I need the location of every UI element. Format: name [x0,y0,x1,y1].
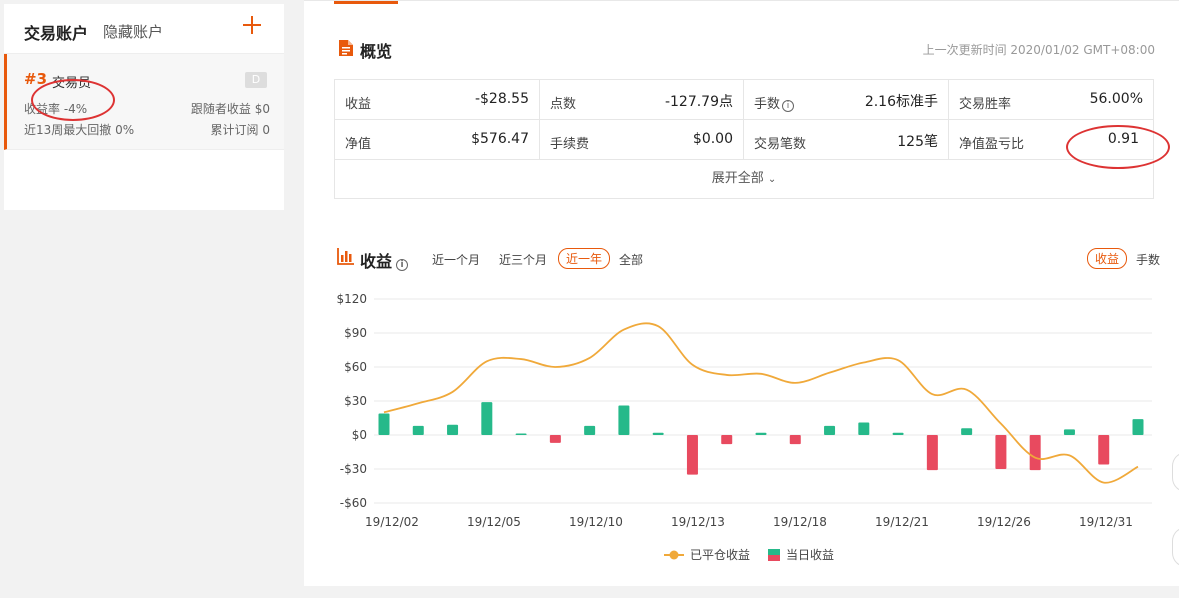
daily-profit-bar [926,435,938,471]
daily-profit-bar [549,435,561,443]
follower-profit: 跟随者收益 $0 [190,102,270,116]
daily-profit-bar [858,422,870,435]
range-all[interactable]: 全部 [619,251,643,268]
x-tick-label: 19/12/31 [1079,515,1133,529]
account-panel: 交易账户 隐藏账户 #3 交易员 D 收益率 -4% 跟随者收益 $0 近13周… [4,4,284,210]
tab-trading-accounts[interactable]: 交易账户 [24,20,88,44]
closed-profit-line [383,322,1139,484]
daily-profit-bar [447,424,459,435]
info-icon[interactable]: i [396,259,409,271]
total-subscriptions: 累计订阅 0 [210,123,270,137]
document-icon [339,40,353,56]
legend-line-marker [669,550,679,560]
annotation-circle [31,79,115,121]
x-tick-label: 19/12/10 [569,515,623,529]
daily-profit-bar [721,435,733,445]
profit-chart: $120 $90 $60 $30 $0 -$30 -$60 19/12/02 19/12/05 1… [336,292,1152,562]
y-tick-label: $120 [336,292,367,306]
stat-trade-count: 交易笔数 125笔 [744,120,949,160]
info-icon[interactable]: i [782,100,795,112]
x-tick-label: 19/12/18 [773,515,827,529]
daily-profit-bar [1029,435,1041,471]
active-tab-indicator [334,1,398,4]
main-panel: 概览 上一次更新时间 2020/01/02 GMT+08:00 收益 -$28.5… [304,0,1179,586]
add-account-icon[interactable] [241,14,263,36]
overview-title: 概览 [360,42,393,61]
annotation-circle [1066,125,1170,169]
range-1-year[interactable]: 近一年 [558,248,611,269]
daily-profit-bar [481,402,493,435]
y-tick-label: $0 [352,428,367,442]
expand-all-button[interactable]: 展开全部 ⌄ [335,160,1153,198]
daily-profit-bar [824,425,836,435]
account-type-badge: D [245,72,267,88]
daily-profit-bar [1098,435,1110,465]
x-tick-label: 19/12/05 [467,515,521,529]
daily-profit-bar [1132,419,1144,435]
x-tick-label: 19/12/02 [365,515,419,529]
y-tick-label: $60 [344,360,367,374]
update-time: 上一次更新时间 2020/01/02 GMT+08:00 [922,43,1155,57]
chevron-down-icon: ⌄ [767,174,777,185]
x-tick-label: 19/12/26 [977,515,1031,529]
y-tick-label: $90 [344,326,367,340]
daily-profit-bar [995,435,1007,469]
stat-equity: 净值 $576.47 [335,120,540,160]
legend-label-daily-profit: 当日收益 [786,548,834,562]
daily-profit-bar [378,413,390,435]
daily-profit-bar [618,405,630,435]
max-drawdown: 近13周最大回撤 0% [24,123,135,137]
daily-profit-bar [412,425,424,435]
range-3-months[interactable]: 近三个月 [499,251,547,268]
y-tick-label: -$60 [340,496,367,510]
legend-label-closed-profit: 已平仓收益 [690,548,750,562]
x-tick-label: 19/12/13 [671,515,725,529]
stat-lots: 手数 i 2.16标准手 [744,80,949,120]
y-tick-label: $30 [344,394,367,408]
account-card[interactable]: #3 交易员 D 收益率 -4% 跟随者收益 $0 近13周最大回撤 0% 累计… [4,54,284,150]
daily-profit-bar [652,432,664,435]
legend-bar-swatch-negative [768,555,780,561]
stat-profit: 收益 -$28.55 [335,80,540,120]
daily-profit-bar [515,433,527,435]
stat-points: 点数 -127.79点 [540,80,744,120]
daily-profit-bar [755,432,767,435]
daily-profit-bar [1063,429,1075,435]
x-tick-label: 19/12/21 [875,515,929,529]
daily-profit-bar [961,428,973,435]
account-tabs: 交易账户 隐藏账户 [4,4,284,54]
tab-hidden-accounts[interactable]: 隐藏账户 [103,21,163,42]
daily-profit-bar [789,435,801,445]
daily-profit-bar [686,435,698,475]
stat-fees: 手续费 $0.00 [540,120,744,160]
stat-win-rate: 交易胜率 56.00% [949,80,1153,120]
range-1-month[interactable]: 近一个月 [432,251,480,268]
y-tick-label: -$30 [340,462,367,476]
daily-profit-bar [584,425,596,435]
overview-grid: 收益 -$28.55 点数 -127.79点 手数 i 2.16标准手 交易胜率 56.0… [334,79,1170,199]
metric-profit-button[interactable]: 收益 [1087,248,1128,269]
daily-profit-bar [892,432,904,435]
metric-lots-button[interactable]: 手数 [1136,251,1160,268]
bar-chart-icon [337,248,354,265]
profit-title: 收益 i [360,248,409,272]
legend-bar-swatch-positive [768,549,780,555]
